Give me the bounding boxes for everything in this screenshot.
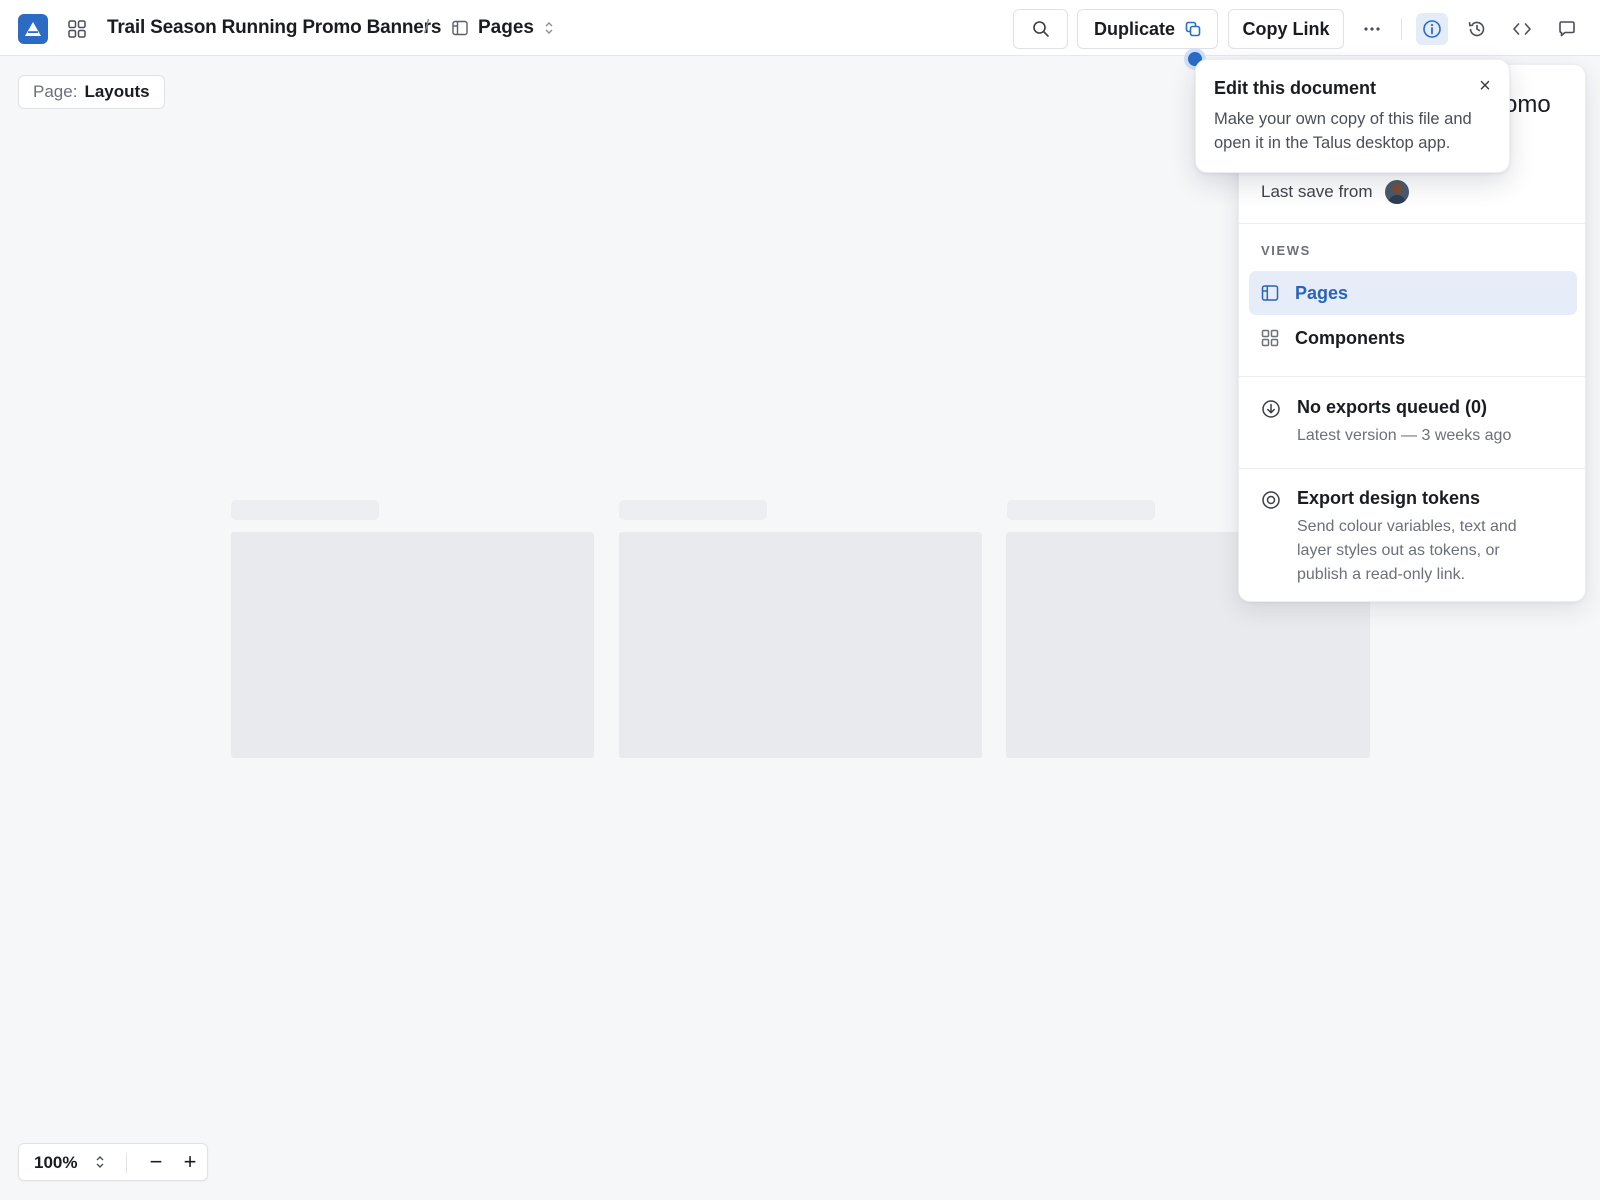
current-page-chip[interactable]: Page: Layouts: [18, 75, 165, 109]
last-save-row: Last save from: [1261, 180, 1409, 204]
top-toolbar: Trail Season Running Promo Banners / Pag…: [0, 0, 1600, 56]
info-button[interactable]: [1416, 13, 1448, 45]
download-icon: [1262, 400, 1280, 418]
export-tokens-title: Export design tokens: [1297, 488, 1481, 508]
close-icon[interactable]: ×: [1474, 75, 1496, 97]
onboarding-tooltip: Edit this document Make your own copy of…: [1195, 59, 1510, 173]
exports-subtitle: Latest version — 3 weeks ago: [1297, 427, 1512, 444]
search-icon: [1032, 21, 1049, 37]
view-item-pages[interactable]: Pages: [1249, 271, 1577, 315]
zoom-out-button[interactable]: −: [143, 1149, 169, 1175]
pages-icon: [1261, 285, 1279, 301]
info-icon: [1423, 20, 1441, 38]
views-heading: VIEWS: [1261, 243, 1311, 258]
divider: [1239, 223, 1585, 224]
page-chip-name: Layouts: [84, 82, 150, 101]
more-icon: [1364, 27, 1380, 31]
components-grid-icon: [1261, 329, 1279, 347]
code-button[interactable]: [1506, 13, 1538, 45]
divider: [1239, 468, 1585, 469]
frame-title-placeholder: [1007, 500, 1155, 520]
frame-title-placeholder: [619, 500, 767, 520]
frame-placeholder[interactable]: [619, 532, 982, 758]
view-item-components[interactable]: Components: [1249, 316, 1577, 360]
pages-icon: [452, 20, 468, 36]
app-logo[interactable]: [18, 14, 48, 44]
exports-row[interactable]: No exports queued (0) Latest version — 3…: [1261, 397, 1511, 448]
updown-chevron-icon[interactable]: [95, 1154, 105, 1170]
divider: [1239, 376, 1585, 377]
zoom-value[interactable]: 100%: [34, 1153, 77, 1173]
comment-icon: [1559, 21, 1575, 37]
view-item-label: Pages: [1295, 282, 1349, 303]
panel-title: omo: [1504, 91, 1551, 118]
tooltip-body: Make your own copy of this file and open…: [1214, 110, 1472, 152]
history-button[interactable]: [1461, 13, 1493, 45]
zoom-control: 100% − +: [18, 1143, 208, 1181]
avatar[interactable]: [1384, 180, 1409, 204]
tokens-icon: [1262, 491, 1280, 509]
export-tokens-subtitle: Send colour variables, text and layer st…: [1297, 518, 1517, 583]
document-title[interactable]: Trail Season Running Promo Banners: [107, 17, 441, 39]
breadcrumb-separator: /: [424, 17, 430, 38]
frame-placeholder[interactable]: [231, 532, 594, 758]
comments-button[interactable]: [1551, 13, 1583, 45]
last-save-label: Last save from: [1261, 182, 1373, 201]
view-item-label: Components: [1295, 327, 1405, 348]
duplicate-button[interactable]: Duplicate: [1077, 9, 1218, 49]
logo-mark-icon: [25, 22, 41, 36]
page-chip-label: Page:: [33, 82, 78, 101]
view-switcher-label: Pages: [478, 17, 534, 38]
frame-title-placeholder: [231, 500, 379, 520]
tooltip-title: Edit this document: [1214, 78, 1376, 98]
exports-title: No exports queued (0): [1297, 397, 1488, 417]
apps-grid-icon[interactable]: [66, 18, 88, 40]
toolbar-divider: [1401, 18, 1402, 40]
duplicate-label: Duplicate: [1093, 18, 1176, 39]
export-tokens-row[interactable]: Export design tokens Send colour variabl…: [1261, 488, 1547, 587]
zoom-in-button[interactable]: +: [177, 1149, 203, 1175]
copy-link-button[interactable]: Copy Link: [1228, 9, 1344, 49]
duplicate-copy-icon: [1185, 21, 1201, 37]
view-switcher[interactable]: Pages: [452, 15, 554, 41]
history-icon: [1468, 21, 1485, 37]
zoom-divider: [126, 1153, 127, 1173]
code-icon: [1513, 23, 1531, 35]
updown-chevron-icon: [545, 22, 553, 34]
more-button[interactable]: [1356, 13, 1388, 45]
search-button[interactable]: [1013, 9, 1068, 49]
